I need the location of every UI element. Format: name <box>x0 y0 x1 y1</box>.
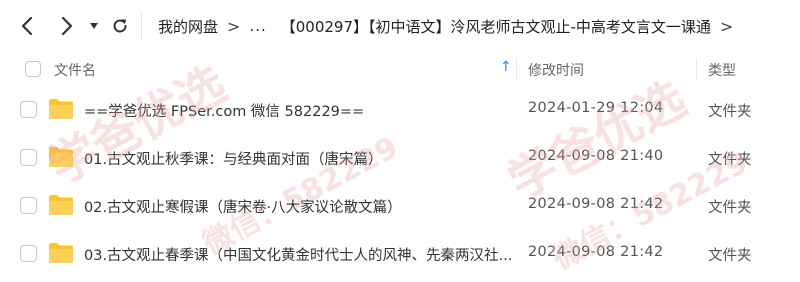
folder-icon <box>48 98 74 120</box>
file-name[interactable]: 03.古文观止春季课（中国文化黄金时代士人的风神、先秦两汉社... <box>84 244 512 265</box>
file-type: 文件夹 <box>708 248 752 264</box>
breadcrumb-ellipsis[interactable]: ... <box>249 17 266 35</box>
column-divider[interactable] <box>696 58 697 80</box>
column-divider[interactable] <box>516 58 517 80</box>
file-type: 文件夹 <box>708 152 752 168</box>
refresh-icon[interactable] <box>108 14 132 38</box>
row-checkbox[interactable] <box>20 149 37 166</box>
list-header: 文件名 ↑ 修改时间 类型 <box>0 54 800 84</box>
file-row[interactable]: 01.古文观止秋季课：与经典面对面（唐宋篇） 2024-09-08 21:40 文件… <box>0 134 800 182</box>
file-name[interactable]: ==学爸优选 FPSer.com 微信 582229== <box>84 100 512 121</box>
breadcrumb-root[interactable]: 我的网盘 <box>158 16 218 37</box>
file-modified-time: 2024-09-08 21:42 <box>528 196 664 212</box>
row-checkbox[interactable] <box>20 101 37 118</box>
row-checkbox[interactable] <box>20 197 37 214</box>
file-type: 文件夹 <box>708 104 752 120</box>
select-all-checkbox[interactable] <box>25 61 41 77</box>
breadcrumb-current[interactable]: 【000297】【初中语文】泠风老师古文观止-中高考文言文一课通 <box>281 16 711 37</box>
caret-down-icon[interactable] <box>86 14 102 38</box>
file-modified-time: 2024-09-08 21:42 <box>528 244 664 260</box>
file-name[interactable]: 02.古文观止寒假课（唐宋卷·八大家议论散文篇） <box>84 196 512 217</box>
chevron-right-icon[interactable] <box>55 14 79 38</box>
breadcrumb: 我的网盘 > ... 【000297】【初中语文】泠风老师古文观止-中高考文言文… <box>158 14 742 38</box>
file-row[interactable]: 02.古文观止寒假课（唐宋卷·八大家议论散文篇） 2024-09-08 21:42… <box>0 182 800 230</box>
file-type: 文件夹 <box>708 200 752 216</box>
toolbar-divider <box>141 12 142 40</box>
file-modified-time: 2024-01-29 12:04 <box>528 100 664 116</box>
column-header-name[interactable]: 文件名 <box>54 60 96 80</box>
file-row[interactable]: 03.古文观止春季课（中国文化黄金时代士人的风神、先秦两汉社... 2024-09… <box>0 230 800 278</box>
chevron-left-icon[interactable] <box>15 14 39 38</box>
folder-icon <box>48 146 74 168</box>
sort-ascending-icon[interactable]: ↑ <box>500 59 512 75</box>
breadcrumb-separator: > <box>719 16 734 36</box>
toolbar: 我的网盘 > ... 【000297】【初中语文】泠风老师古文观止-中高考文言文… <box>0 0 800 52</box>
folder-icon <box>48 194 74 216</box>
file-browser: 我的网盘 > ... 【000297】【初中语文】泠风老师古文观止-中高考文言文… <box>0 0 800 282</box>
column-header-type[interactable]: 类型 <box>708 60 736 80</box>
file-name[interactable]: 01.古文观止秋季课：与经典面对面（唐宋篇） <box>84 148 512 169</box>
row-checkbox[interactable] <box>20 245 37 262</box>
file-row[interactable]: ==学爸优选 FPSer.com 微信 582229== 2024-01-29 1… <box>0 86 800 134</box>
breadcrumb-separator: > <box>227 16 241 36</box>
column-header-modified[interactable]: 修改时间 <box>528 60 584 80</box>
folder-icon <box>48 242 74 264</box>
file-modified-time: 2024-09-08 21:40 <box>528 148 664 164</box>
